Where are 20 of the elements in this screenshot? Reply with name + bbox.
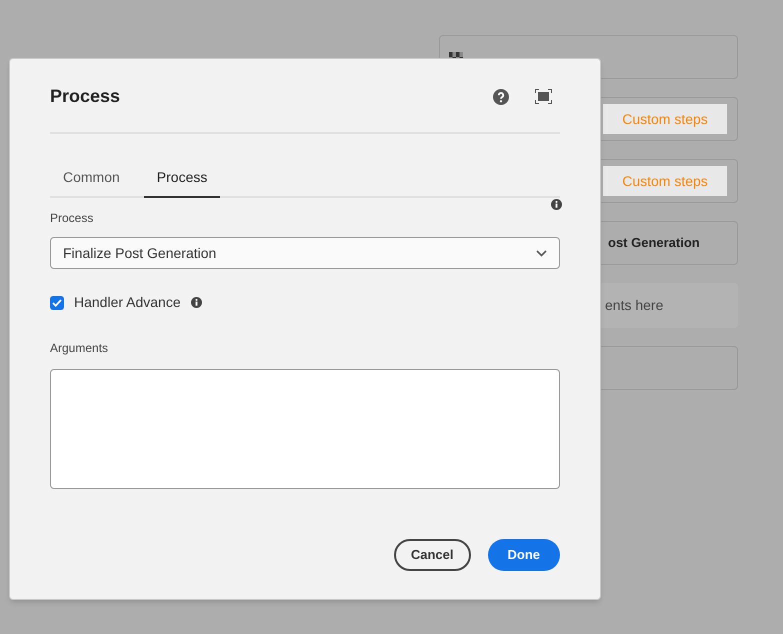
- field-label: Arguments: [50, 340, 110, 357]
- tab[interactable]: Common: [50, 158, 133, 198]
- drop-hint: ents here: [605, 296, 664, 315]
- custom-steps-tag: Custom steps: [603, 166, 727, 196]
- done-button[interactable]: Done: [488, 539, 560, 571]
- checkbox[interactable]: [50, 296, 64, 310]
- tab[interactable]: Process: [144, 158, 220, 198]
- card-title: ost Generation: [608, 234, 700, 252]
- fullscreen-icon[interactable]: [535, 89, 552, 104]
- process-select[interactable]: Finalize Post Generation: [50, 237, 560, 269]
- info-icon[interactable]: [551, 199, 562, 210]
- cancel-button[interactable]: Cancel: [394, 539, 470, 571]
- help-icon[interactable]: [493, 88, 509, 104]
- checkbox-label: Handler Advance: [74, 293, 181, 312]
- custom-steps-tag: Custom steps: [603, 104, 727, 134]
- arguments-field[interactable]: [50, 369, 560, 489]
- dialog-title: Process: [50, 85, 122, 108]
- field-label: Process: [50, 210, 94, 227]
- info-icon[interactable]: [190, 297, 202, 308]
- chevron-down-icon: [536, 250, 547, 256]
